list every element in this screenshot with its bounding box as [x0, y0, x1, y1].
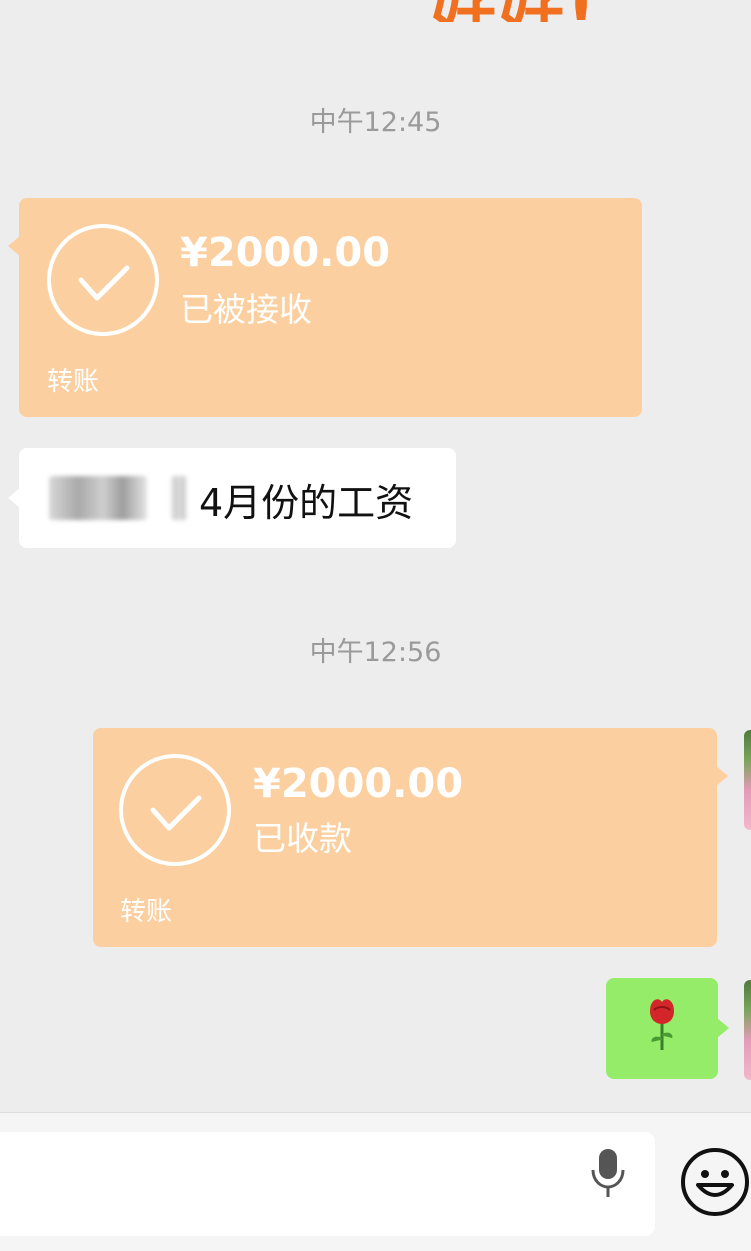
text-message-bubble[interactable]: 4月份的工资: [8, 448, 456, 548]
microphone-icon[interactable]: [588, 1143, 628, 1203]
transfer-bubble-received[interactable]: ¥2000.00 已被接收 转账: [8, 198, 642, 417]
check-circle-icon: [119, 754, 231, 866]
blurred-content: [49, 476, 147, 520]
transfer-bubble-collected[interactable]: ¥2000.00 已收款 转账: [93, 728, 728, 947]
blurred-content: [171, 476, 187, 520]
transfer-label: 转账: [120, 897, 173, 927]
bubble-tail: [8, 488, 20, 508]
transfer-status: 已收款: [253, 819, 352, 858]
transfer-label: 转账: [47, 367, 100, 397]
avatar[interactable]: [744, 980, 751, 1080]
transfer-status: 已被接收: [180, 290, 312, 329]
rose-icon: [650, 999, 674, 1050]
check-circle-icon: [47, 224, 159, 336]
message-input[interactable]: [0, 1132, 655, 1236]
transfer-amount: ¥2000.00: [180, 230, 391, 276]
timestamp: 中午12:45: [309, 107, 442, 138]
message-text: 4月份的工资: [199, 481, 414, 525]
bubble-tail: [717, 1018, 729, 1038]
emoji-face-icon[interactable]: [680, 1147, 750, 1217]
bubble-tail: [8, 236, 20, 256]
bubble-tail: [716, 766, 728, 786]
input-bar: [0, 1112, 751, 1251]
avatar[interactable]: [744, 730, 751, 830]
banner-text: 好好!: [430, 0, 751, 22]
timestamp: 中午12:56: [309, 637, 442, 668]
transfer-amount: ¥2000.00: [253, 761, 464, 807]
emoji-message-bubble[interactable]: 🌹: [606, 978, 729, 1079]
